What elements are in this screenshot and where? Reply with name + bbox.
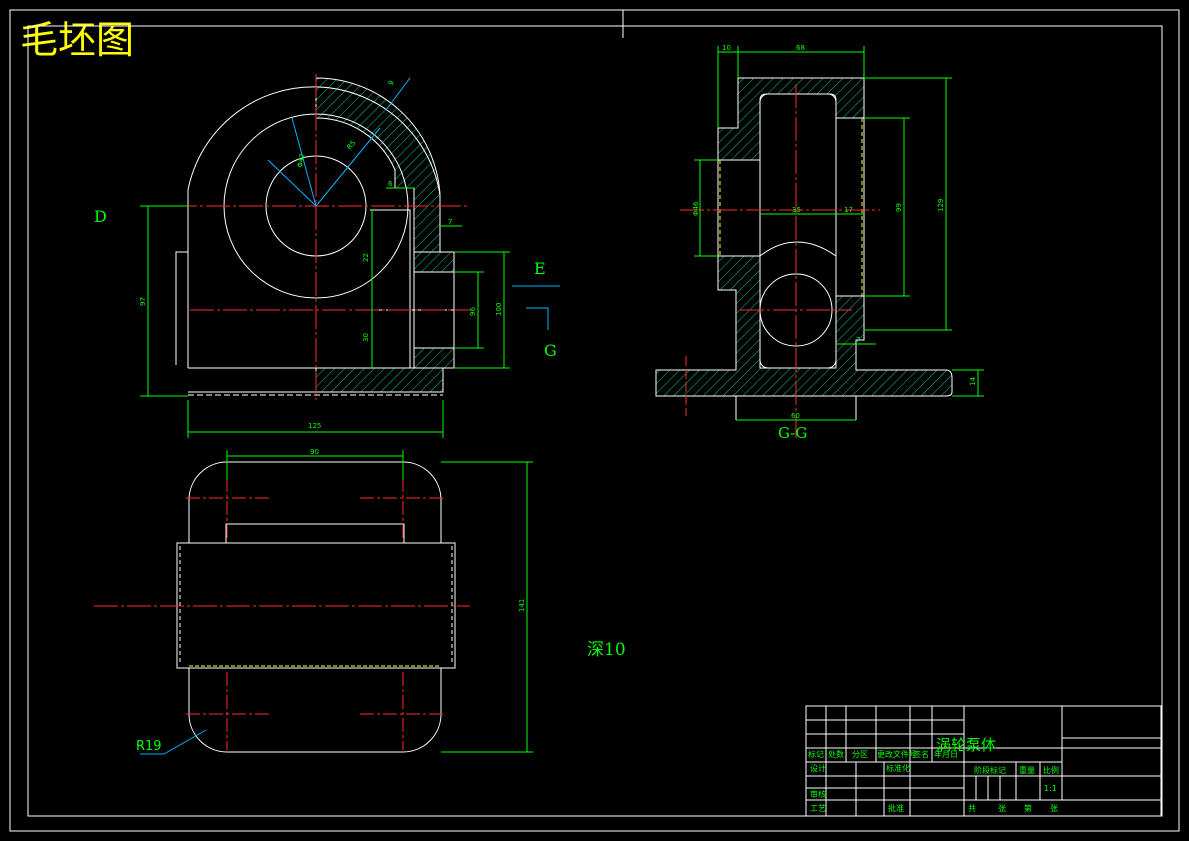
- tb-approve: 批准: [888, 803, 904, 813]
- tb-sheet-1: 共: [968, 804, 976, 813]
- dim-side-99: 99: [895, 203, 903, 212]
- front-hatch-flange-bot: [413, 347, 455, 369]
- dim-100: 100: [495, 303, 503, 316]
- front-inner-body: [175, 209, 411, 368]
- dim-side-129: 129: [937, 199, 945, 212]
- tb-process: 工艺: [810, 804, 826, 813]
- tb-sheet-3: 第: [1024, 803, 1032, 813]
- tb-sheet-4: 张: [1050, 804, 1058, 813]
- dim-6: 6: [388, 180, 393, 188]
- dim-30: 30: [362, 333, 370, 342]
- front-leader-arc: [267, 159, 317, 207]
- tb-stage: 阶段标记: [974, 765, 1006, 775]
- tb-header-1: 标记: [808, 749, 824, 759]
- tb-header-5: 签名: [913, 749, 929, 759]
- dim-9: 9: [387, 79, 396, 87]
- dim-side-46: Φ46: [692, 201, 700, 216]
- plan-recess: [225, 523, 405, 543]
- tb-weight: 重量: [1019, 765, 1035, 775]
- engineering-drawing: 9 R5 Φ42 6 7 22 30 96 100 97 125 D E G 1…: [9, 9, 1180, 832]
- label-depth: 深10: [587, 640, 626, 660]
- arrow-g: [526, 307, 549, 330]
- label-g: G: [544, 341, 557, 360]
- dim-side-60: 60: [791, 412, 800, 420]
- dim-r: R5: [345, 139, 357, 151]
- label-section: G-G: [778, 424, 807, 442]
- inner-frame: [27, 25, 1163, 817]
- dim-side-7: 7: [856, 336, 860, 344]
- dim-side-17: 17: [844, 206, 853, 214]
- label-e: E: [534, 259, 546, 278]
- leader-r19: [163, 729, 207, 755]
- tb-standard: 标准化: [886, 763, 910, 773]
- title-block: [805, 705, 1162, 817]
- tb-sheet-2: 张: [998, 804, 1006, 813]
- dim-side-35: 35: [792, 206, 801, 214]
- front-hatch-flange-top: [413, 251, 455, 273]
- tb-header-6: 年月日: [934, 749, 958, 759]
- dim-plan-90: 90: [310, 448, 319, 456]
- dim-22: 22: [362, 253, 370, 262]
- dim-7: 7: [448, 218, 452, 226]
- outer-frame: [9, 9, 1180, 832]
- tb-header-4: 更改文件号: [877, 749, 917, 759]
- side-view: 10 68 Φ46 35 17 99 129 7 14 60 G-G: [655, 44, 984, 442]
- tb-design: 设计: [810, 763, 826, 773]
- plan-view: 90 141 R19 深10: [94, 448, 626, 755]
- side-bore: [717, 159, 761, 257]
- dim-96: 96: [469, 307, 477, 316]
- front-leader-r: [315, 127, 381, 207]
- dim-side-10: 10: [722, 44, 731, 52]
- dim-side-68: 68: [796, 44, 805, 52]
- tb-scale: 比例: [1043, 765, 1059, 775]
- dim-side-14: 14: [969, 377, 977, 386]
- tb-check: 审核: [810, 789, 826, 799]
- label-r19: R19: [136, 739, 162, 754]
- dim-125: 125: [308, 422, 321, 430]
- front-hatch-base: [315, 367, 444, 393]
- tb-header-3: 分区: [852, 750, 868, 759]
- label-d: D: [94, 207, 107, 226]
- tb-scale-value: 1:1: [1044, 784, 1057, 793]
- front-view: 9 R5 Φ42 6 7 22 30 96 100 97 125 D E G: [94, 74, 560, 438]
- tb-header-2: 处数: [828, 749, 844, 759]
- dim-plan-141: 141: [518, 599, 526, 612]
- dim-97: 97: [139, 297, 147, 306]
